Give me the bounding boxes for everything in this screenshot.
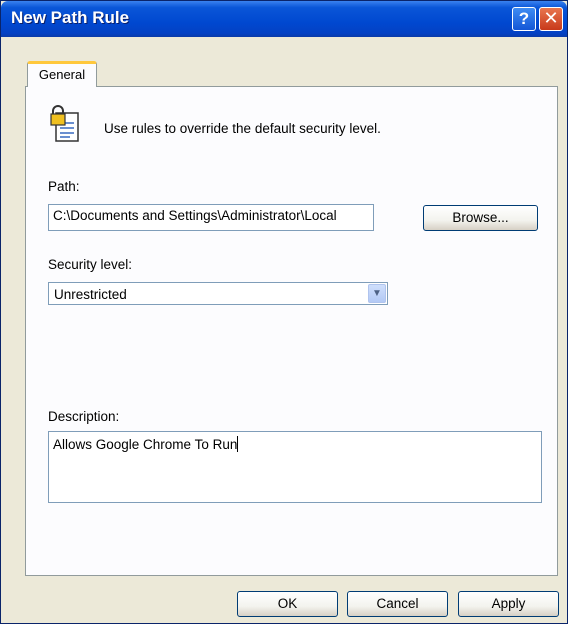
description-label: Description: (48, 409, 120, 424)
general-tab-panel: Use rules to override the default securi… (25, 86, 558, 576)
window-title: New Path Rule (11, 8, 130, 27)
close-icon: ✕ (543, 8, 559, 28)
security-level-label: Security level: (48, 257, 133, 272)
help-icon: ? (518, 9, 530, 28)
path-label: Path: (48, 179, 80, 194)
security-level-select[interactable]: Unrestricted ▼ (48, 282, 388, 305)
new-path-rule-dialog: New Path Rule ? ✕ General Use rules to o… (0, 0, 568, 624)
browse-button[interactable]: Browse... (423, 205, 538, 231)
tab-general[interactable]: General (27, 61, 97, 87)
apply-button[interactable]: Apply (458, 591, 559, 617)
chevron-down-icon[interactable]: ▼ (368, 284, 386, 303)
description-value: Allows Google Chrome To Run (53, 437, 238, 452)
path-input[interactable]: C:\Documents and Settings\Administrator\… (48, 204, 374, 231)
title-bar[interactable]: New Path Rule ? ✕ (1, 1, 567, 37)
security-level-value: Unrestricted (54, 287, 127, 302)
document-lock-icon (50, 105, 79, 142)
ok-button[interactable]: OK (237, 591, 338, 617)
description-textarea[interactable]: Allows Google Chrome To Run (48, 431, 542, 503)
intro-text: Use rules to override the default securi… (104, 121, 381, 136)
cancel-button[interactable]: Cancel (347, 591, 448, 617)
help-button[interactable]: ? (512, 7, 536, 31)
text-caret (237, 436, 239, 452)
close-button[interactable]: ✕ (539, 7, 563, 31)
